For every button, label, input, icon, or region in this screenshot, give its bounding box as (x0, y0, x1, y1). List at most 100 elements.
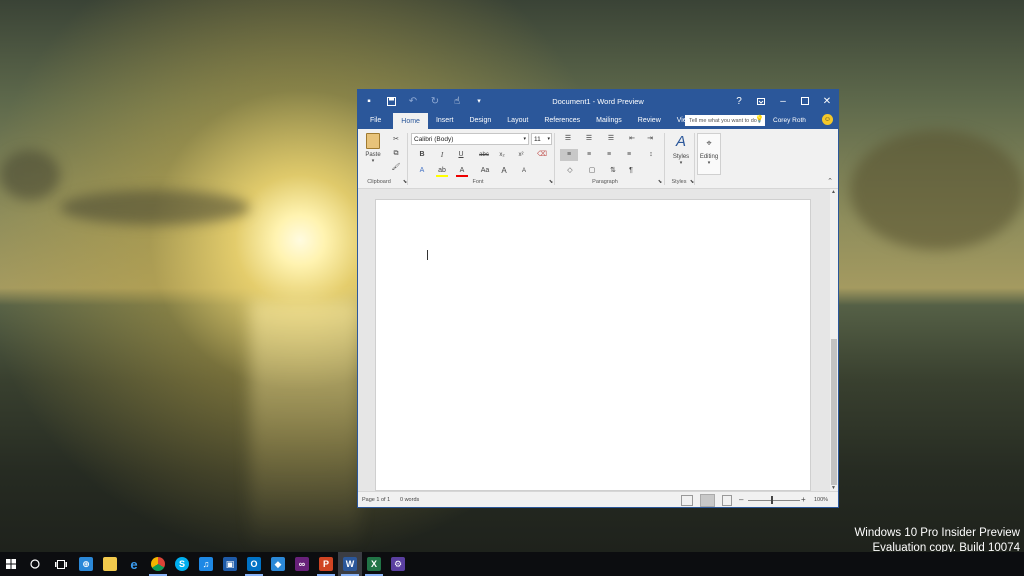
cut-icon[interactable]: ✂ (390, 134, 402, 146)
line-spacing-icon[interactable]: ↕ (645, 149, 657, 161)
binoculars-icon: ⌖ (706, 138, 712, 148)
tab-file[interactable]: File (358, 112, 393, 129)
show-formatting-icon[interactable]: ¶ (625, 165, 637, 177)
settings-icon[interactable]: ⚙ (386, 552, 410, 576)
superscript-button[interactable]: x² (515, 149, 527, 161)
align-right-icon[interactable]: ≡ (603, 149, 615, 161)
ribbon-display-options-icon[interactable] (750, 90, 772, 112)
edge-icon[interactable]: e (122, 552, 146, 576)
scrollbar-thumb[interactable] (831, 339, 837, 485)
skype-icon[interactable]: S (170, 552, 194, 576)
text-effects-icon[interactable]: A (416, 165, 428, 177)
multilevel-list-icon[interactable]: ☰ (605, 133, 617, 145)
feedback-smiley-icon[interactable]: ☺ (822, 114, 833, 125)
font-name-select[interactable]: Calibri (Body) ▾ (411, 133, 529, 145)
sort-icon[interactable]: ⇅ (607, 165, 619, 177)
tab-insert[interactable]: Insert (428, 112, 462, 129)
chevron-down-icon: ▾ (371, 158, 375, 164)
document-canvas[interactable] (358, 189, 830, 491)
headphones-icon[interactable]: ♫ (194, 552, 218, 576)
excel-icon[interactable]: X (362, 552, 386, 576)
close-icon[interactable]: ✕ (816, 90, 838, 112)
page-count[interactable]: Page 1 of 1 (362, 497, 390, 503)
word-icon[interactable]: W (338, 552, 362, 576)
help-icon[interactable]: ? (728, 90, 750, 112)
clear-formatting-icon[interactable]: ⌫ (536, 149, 548, 161)
bold-button[interactable]: B (416, 149, 428, 161)
title-bar[interactable]: ▪ ↶ ↻ ☝ ▾ Document1 - Word Preview ? – ✕ (358, 90, 838, 112)
shading-icon[interactable]: ◇ (564, 165, 576, 177)
zoom-in-icon[interactable]: + (801, 495, 806, 504)
outlook-icon[interactable]: O (242, 552, 266, 576)
word-window[interactable]: ▪ ↶ ↻ ☝ ▾ Document1 - Word Preview ? – ✕… (357, 89, 839, 508)
tab-references[interactable]: References (536, 112, 588, 129)
zoom-slider-thumb[interactable] (771, 496, 773, 504)
format-painter-icon[interactable]: 🖌 (390, 162, 402, 174)
font-color-icon[interactable]: A (456, 165, 468, 177)
grow-font-button[interactable]: A (498, 165, 510, 177)
tab-layout[interactable]: Layout (499, 112, 536, 129)
vertical-scrollbar[interactable]: ▲ ▼ (830, 189, 838, 491)
visual-studio-icon[interactable]: ∞ (290, 552, 314, 576)
bullets-icon[interactable]: ☰ (562, 133, 574, 145)
tab-mailings[interactable]: Mailings (588, 112, 630, 129)
decrease-indent-icon[interactable]: ⇤ (626, 133, 638, 145)
align-center-icon[interactable]: ≡ (583, 149, 595, 161)
lightbulb-icon: 💡 (755, 116, 764, 123)
strikethrough-button[interactable]: abc (476, 149, 492, 161)
increase-indent-icon[interactable]: ⇥ (644, 133, 656, 145)
task-view-icon[interactable] (48, 552, 74, 576)
align-left-icon[interactable]: ≡ (560, 149, 578, 161)
maximize-icon[interactable] (794, 90, 816, 112)
editing-button[interactable]: ⌖ Editing ▾ (697, 133, 721, 175)
web-layout-icon[interactable] (722, 495, 732, 506)
customize-quick-access-icon[interactable]: ▾ (468, 90, 490, 112)
borders-icon[interactable]: ▢ (586, 165, 598, 177)
read-mode-icon[interactable] (681, 495, 693, 506)
tell-me-input[interactable]: Tell me what you want to do (685, 115, 765, 126)
paste-button[interactable]: Paste ▾ (364, 133, 382, 173)
save-icon[interactable] (380, 90, 402, 112)
remote-desktop-icon[interactable]: ▣ (218, 552, 242, 576)
font-size-select[interactable]: 11 ▾ (531, 133, 552, 145)
styles-button[interactable]: A Styles ▾ (668, 133, 694, 175)
styles-launcher-icon[interactable]: ⬊ (686, 176, 698, 188)
change-case-button[interactable]: Aa (478, 165, 492, 177)
tab-review[interactable]: Review (630, 112, 669, 129)
taskbar: ⊕ e S ♫ ▣ O ◆ ∞ P W X ⚙ (0, 552, 1024, 576)
tab-design[interactable]: Design (461, 112, 499, 129)
word-count[interactable]: 0 words (400, 497, 419, 503)
copy-icon[interactable]: ⧉ (390, 148, 402, 160)
touch-mode-icon[interactable]: ☝ (446, 90, 468, 112)
file-explorer-icon[interactable] (98, 552, 122, 576)
scroll-up-icon[interactable]: ▲ (831, 189, 836, 195)
redo-icon[interactable]: ↻ (424, 90, 446, 112)
user-name[interactable]: Corey Roth (773, 112, 806, 129)
justify-icon[interactable]: ≡ (623, 149, 635, 161)
font-launcher-icon[interactable]: ⬊ (545, 176, 557, 188)
app-icon[interactable]: ◆ (266, 552, 290, 576)
chrome-icon[interactable] (146, 552, 170, 576)
search-icon[interactable] (22, 552, 48, 576)
underline-button[interactable]: U (455, 149, 467, 161)
tab-home[interactable]: Home (393, 113, 428, 129)
start-icon[interactable] (0, 552, 22, 576)
highlight-color-icon[interactable]: ab (436, 165, 448, 177)
print-layout-icon[interactable] (700, 494, 715, 507)
minimize-icon[interactable]: – (772, 90, 794, 112)
collapse-ribbon-icon[interactable]: ⌃ (824, 176, 836, 188)
watermark-line-1: Windows 10 Pro Insider Preview (854, 527, 1020, 539)
zoom-slider[interactable] (748, 500, 800, 501)
subscript-button[interactable]: x₂ (496, 149, 508, 161)
italic-button[interactable]: I (436, 149, 448, 161)
window-menu-icon[interactable]: ▪ (358, 90, 380, 112)
store-icon[interactable]: ⊕ (74, 552, 98, 576)
zoom-level[interactable]: 100% (814, 497, 828, 503)
zoom-out-icon[interactable]: – (739, 495, 743, 504)
powerpoint-icon[interactable]: P (314, 552, 338, 576)
numbering-icon[interactable]: ☰ (583, 133, 595, 145)
undo-icon[interactable]: ↶ (402, 90, 424, 112)
clipboard-launcher-icon[interactable]: ⬊ (399, 176, 411, 188)
document-page[interactable] (375, 199, 811, 491)
shrink-font-button[interactable]: A (518, 165, 530, 177)
